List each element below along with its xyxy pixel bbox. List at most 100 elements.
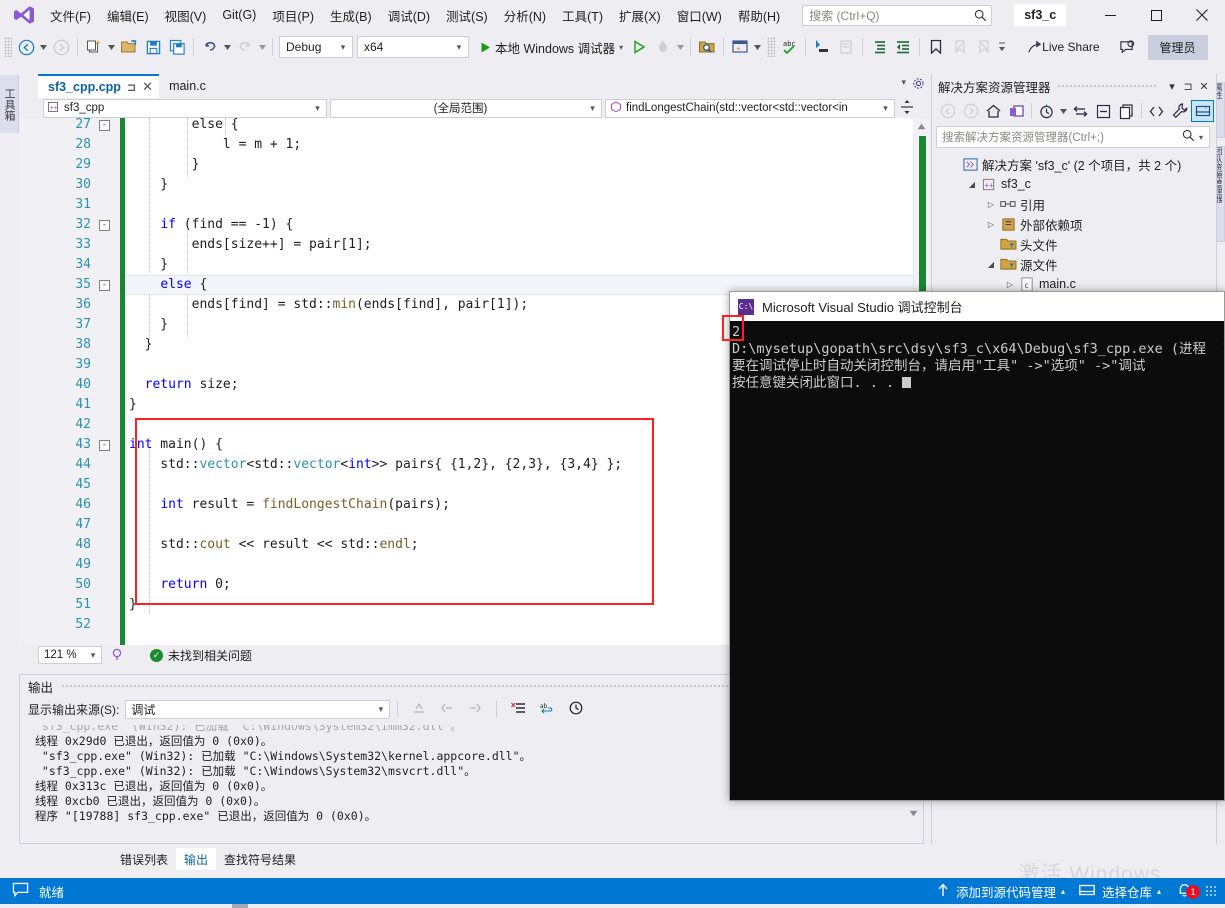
expand-arrow-closed-icon[interactable]: ▷: [984, 220, 998, 229]
project-scope-dropdown[interactable]: ++ sf3_cpp ▾: [43, 98, 327, 118]
new-project-icon[interactable]: [82, 35, 106, 59]
output-scroll-down-button[interactable]: [906, 806, 921, 821]
toggle-window-icon[interactable]: [728, 35, 752, 59]
undo-caret-icon[interactable]: [222, 35, 233, 59]
menu-test[interactable]: 测试(S): [438, 1, 496, 30]
timestamp-icon[interactable]: [569, 701, 583, 718]
clear-all-icon[interactable]: [511, 701, 526, 718]
tab-output[interactable]: 输出: [176, 848, 217, 870]
solution-tree-item[interactable]: ◢ 源文件: [932, 254, 1216, 274]
solution-tree-item[interactable]: 解决方案 'sf3_c' (2 个项目，共 2 个): [932, 154, 1216, 174]
word-wrap-icon[interactable]: ab: [540, 701, 555, 718]
drag-dots[interactable]: [1056, 84, 1158, 88]
add-indent-icon[interactable]: [468, 701, 482, 718]
tab-error-list[interactable]: 错误列表: [112, 848, 176, 870]
preview-selected-item-icon[interactable]: [1191, 100, 1214, 122]
split-view-icon[interactable]: [900, 99, 914, 118]
scroll-up-button[interactable]: [913, 118, 929, 134]
code-line[interactable]: }: [19, 155, 929, 175]
intellicode-icon[interactable]: [110, 647, 124, 664]
chevron-down-icon[interactable]: [1058, 100, 1069, 122]
close-icon[interactable]: ✕: [1196, 80, 1212, 93]
output-source-dropdown[interactable]: 调试 ▾: [125, 699, 391, 719]
team-explorer-collapsed-tab[interactable]: 团队资源管理器: [1216, 146, 1225, 242]
save-icon[interactable]: [141, 35, 165, 59]
solution-tree-item[interactable]: ▷ 外部依赖项: [932, 214, 1216, 234]
chevron-down-icon[interactable]: ▾: [1164, 80, 1180, 93]
toolbar-grip[interactable]: [4, 37, 12, 57]
back-icon[interactable]: [936, 100, 959, 122]
console-title-bar[interactable]: C:\ Microsoft Visual Studio 调试控制台: [730, 292, 1224, 321]
sync-with-editor-icon[interactable]: [1069, 100, 1092, 122]
configuration-dropdown[interactable]: Debug ▾: [279, 36, 353, 58]
navigate-forward-icon[interactable]: [49, 35, 73, 59]
toolbar-grip[interactable]: [767, 37, 776, 57]
gear-icon[interactable]: [912, 77, 925, 93]
pin-icon[interactable]: ⊐: [1180, 80, 1196, 93]
code-line[interactable]: if (find == -1) {: [19, 215, 929, 235]
member-dropdown[interactable]: findLongestChain(std::vector<std::vector…: [605, 98, 895, 118]
outdent-icon[interactable]: [891, 35, 915, 59]
minimize-button[interactable]: [1087, 0, 1133, 30]
clear-indent-icon[interactable]: [440, 701, 454, 718]
pending-changes-icon[interactable]: [1005, 100, 1028, 122]
show-all-files-icon[interactable]: [1115, 100, 1138, 122]
maximize-button[interactable]: [1133, 0, 1179, 30]
select-repository-button[interactable]: 选择仓库 ▴: [1072, 878, 1168, 904]
properties-collapsed-tab[interactable]: 属性: [1216, 82, 1225, 138]
menu-help[interactable]: 帮助(H): [730, 1, 788, 30]
menu-git[interactable]: Git(G): [214, 3, 264, 27]
start-without-debugging-icon[interactable]: [627, 35, 651, 59]
menu-project[interactable]: 项目(P): [264, 1, 322, 30]
resize-grip[interactable]: [1205, 885, 1217, 897]
properties-wrench-icon[interactable]: [1168, 100, 1191, 122]
menu-build[interactable]: 生成(B): [322, 1, 380, 30]
solution-explorer-search-input[interactable]: 搜索解决方案资源管理器(Ctrl+;) ▾: [936, 126, 1210, 148]
toggle-window-caret-icon[interactable]: [752, 35, 763, 59]
start-debugging-button[interactable]: 本地 Windows 调试器 ▾: [475, 35, 627, 59]
navigate-back-icon[interactable]: [14, 35, 38, 59]
expand-arrow-closed-icon[interactable]: ▷: [1003, 280, 1017, 289]
next-bookmark-icon[interactable]: [972, 35, 996, 59]
menu-view[interactable]: 视图(V): [157, 1, 215, 30]
history-icon[interactable]: [1035, 100, 1058, 122]
code-line[interactable]: else {: [19, 118, 929, 135]
prev-bookmark-icon[interactable]: [948, 35, 972, 59]
scope-dropdown[interactable]: (全局范围) ▾: [330, 98, 602, 118]
toolbox-collapsed-tab[interactable]: 工具箱: [0, 75, 19, 133]
save-all-icon[interactable]: [165, 35, 189, 59]
bookmark-overflow-icon[interactable]: [996, 35, 1007, 59]
tab-find-symbol-results[interactable]: 查找符号结果: [216, 848, 304, 870]
menu-edit[interactable]: 编辑(E): [99, 1, 157, 30]
comment-selection-icon[interactable]: [834, 35, 858, 59]
console-output[interactable]: 2 D:\mysetup\gopath\src\dsy\sf3_c\x64\Deb…: [730, 321, 1224, 800]
solution-tree-item[interactable]: ◢ ++ sf3_c: [932, 174, 1216, 194]
solution-tree-item[interactable]: 头文件: [932, 234, 1216, 254]
new-project-caret-icon[interactable]: [106, 35, 117, 59]
back-history-caret-icon[interactable]: [38, 35, 49, 59]
menu-window[interactable]: 窗口(W): [669, 1, 730, 30]
redo-icon[interactable]: [233, 35, 257, 59]
feedback-icon[interactable]: [1116, 35, 1140, 59]
code-line[interactable]: ends[size++] = pair[1];: [19, 235, 929, 255]
find-message-icon[interactable]: [412, 701, 426, 718]
hot-reload-icon[interactable]: [651, 35, 675, 59]
menu-tools[interactable]: 工具(T): [554, 1, 611, 30]
menu-analyze[interactable]: 分析(N): [496, 1, 554, 30]
code-line[interactable]: l = m + 1;: [19, 135, 929, 155]
code-line[interactable]: }: [19, 255, 929, 275]
indent-icon[interactable]: [867, 35, 891, 59]
hot-reload-caret-icon[interactable]: [675, 35, 686, 59]
code-line[interactable]: }: [19, 175, 929, 195]
menu-debug[interactable]: 调试(D): [380, 1, 438, 30]
solution-tree-item[interactable]: ▷ 引用: [932, 194, 1216, 214]
open-file-icon[interactable]: [117, 35, 141, 59]
code-view-icon[interactable]: [1145, 100, 1168, 122]
chevron-down-icon[interactable]: ▾: [1195, 133, 1207, 142]
notifications-button[interactable]: 1: [1168, 881, 1205, 901]
collapse-all-icon[interactable]: [1092, 100, 1115, 122]
add-to-source-control-button[interactable]: 添加到源代码管理 ▴: [930, 878, 1072, 904]
pin-icon[interactable]: ⊐: [127, 81, 136, 94]
undo-icon[interactable]: [198, 35, 222, 59]
zoom-level-dropdown[interactable]: 121 % ▾: [38, 646, 102, 664]
